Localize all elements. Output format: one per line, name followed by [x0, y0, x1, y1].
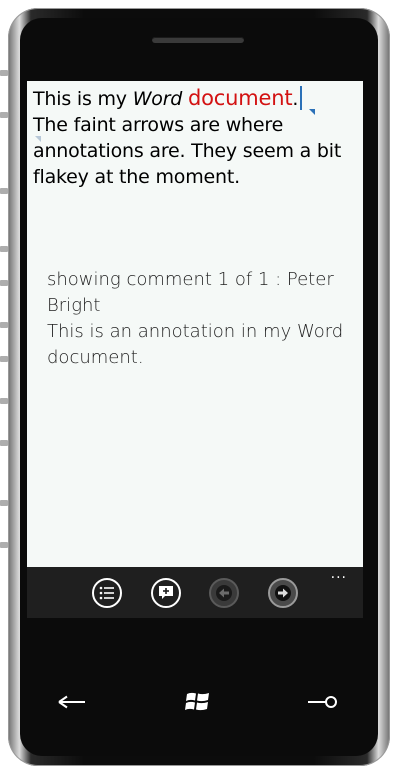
list-button[interactable] [92, 578, 122, 608]
document-body[interactable]: This is my Word document. The faint arro… [33, 85, 358, 190]
add-comment-button[interactable] [151, 578, 181, 608]
text-cursor [300, 86, 303, 110]
document-text-plain: This is my [33, 88, 133, 110]
document-text-red: document [188, 86, 293, 110]
background-text-fragment [0, 322, 8, 328]
background-text-fragment [0, 280, 8, 286]
background-text-fragment [0, 70, 8, 76]
add-comment-icon [159, 586, 173, 599]
document-text-period: . [292, 88, 299, 110]
start-button[interactable] [183, 688, 213, 716]
document-text-italic: Word [132, 88, 183, 110]
windows-start-icon [185, 692, 209, 711]
background-text-fragment [0, 440, 8, 446]
document-view[interactable]: This is my Word document. The faint arro… [27, 81, 363, 567]
back-button[interactable] [54, 688, 90, 716]
next-icon [275, 585, 291, 601]
more-options-button[interactable]: ... [331, 567, 347, 581]
comment-panel: showing comment 1 of 1 : Peter Bright Th… [47, 267, 352, 371]
comment-body: This is an annotation in my Word documen… [47, 321, 344, 368]
search-icon [308, 696, 337, 708]
previous-comment-button[interactable] [209, 578, 239, 608]
search-button[interactable] [305, 688, 339, 716]
background-text-fragment [0, 188, 8, 194]
background-text-fragment [0, 500, 8, 506]
background-text-fragment [0, 112, 8, 118]
back-icon [58, 695, 85, 709]
background-text-fragment [0, 356, 8, 362]
application-bar: ... [27, 567, 363, 618]
background-text-fragment [0, 398, 8, 404]
annotation-marker-faint[interactable] [35, 136, 41, 142]
next-comment-button[interactable] [268, 578, 298, 608]
list-icon [99, 586, 114, 600]
previous-icon [216, 585, 232, 601]
earpiece-speaker [152, 37, 244, 43]
background-text-fragment [0, 542, 8, 548]
comment-header: showing comment 1 of 1 : Peter Bright [47, 269, 334, 316]
document-text-paragraph: The faint arrows are where annotations a… [33, 114, 342, 188]
background-text-fragment [0, 246, 8, 252]
phone-screen: This is my Word document. The faint arro… [27, 81, 363, 618]
annotation-marker[interactable] [309, 109, 315, 115]
